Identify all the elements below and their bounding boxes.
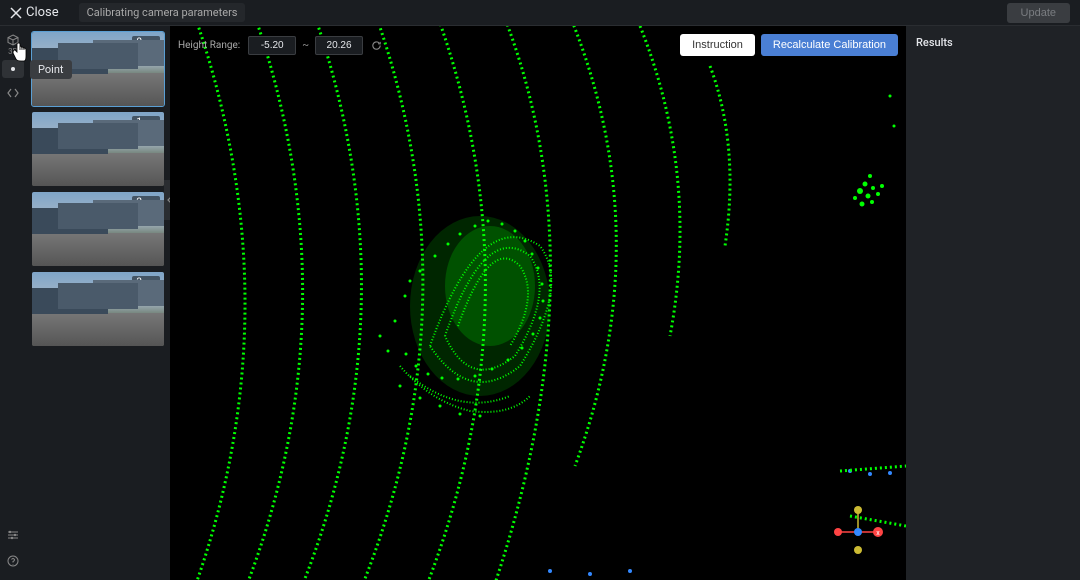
recalculate-button[interactable]: Recalculate Calibration [761,34,898,56]
height-range-min[interactable] [248,36,296,55]
close-icon [10,7,22,19]
dot-icon [7,63,19,75]
eye-icon [144,278,156,288]
left-rail: 3D Point [0,26,26,580]
camera-thumbnail-2[interactable]: 2 [32,192,164,266]
thumbnail-column: 0 1 2 3 [26,26,170,580]
axis-x-label: x [876,529,880,537]
thumb-index-label: 0 [136,37,142,48]
camera-thumbnail-3[interactable]: 3 [32,272,164,346]
rail-3d-view[interactable]: 3D [2,34,24,56]
split-icon [7,87,19,99]
page-title: Calibrating camera parameters [79,3,246,22]
cube-icon [7,34,19,46]
close-label: Close [26,5,59,20]
results-panel: Results [906,26,1080,580]
axis-gizmo[interactable]: x [830,504,886,560]
rail-split-view[interactable] [2,82,24,104]
pointcloud-canvas [170,26,906,580]
eye-icon [144,38,156,48]
rail-tooltip: Point [30,60,72,79]
thumb-index-label: 1 [136,117,142,128]
update-button[interactable]: Update [1007,3,1070,23]
thumb-index-label: 3 [136,277,142,288]
sliders-icon [7,529,19,541]
range-separator: ~ [302,40,309,51]
refresh-icon [371,40,382,51]
pointcloud-viewport[interactable]: Height Range: ~ Instruction Recalculate … [170,26,906,580]
close-button[interactable]: Close [10,5,59,20]
help-icon [7,555,19,567]
height-range-label: Height Range: [178,40,240,51]
rail-3d-label: 3D [8,47,18,56]
camera-thumbnail-1[interactable]: 1 [32,112,164,186]
height-range-max[interactable] [315,36,363,55]
refresh-range[interactable] [369,38,383,52]
eye-icon [144,198,156,208]
thumb-index-label: 2 [136,197,142,208]
rail-point-view[interactable]: Point [2,60,24,78]
results-title: Results [916,36,1070,49]
instruction-button[interactable]: Instruction [680,34,755,56]
rail-help[interactable] [2,550,24,572]
rail-settings[interactable] [2,524,24,546]
eye-icon [144,118,156,128]
